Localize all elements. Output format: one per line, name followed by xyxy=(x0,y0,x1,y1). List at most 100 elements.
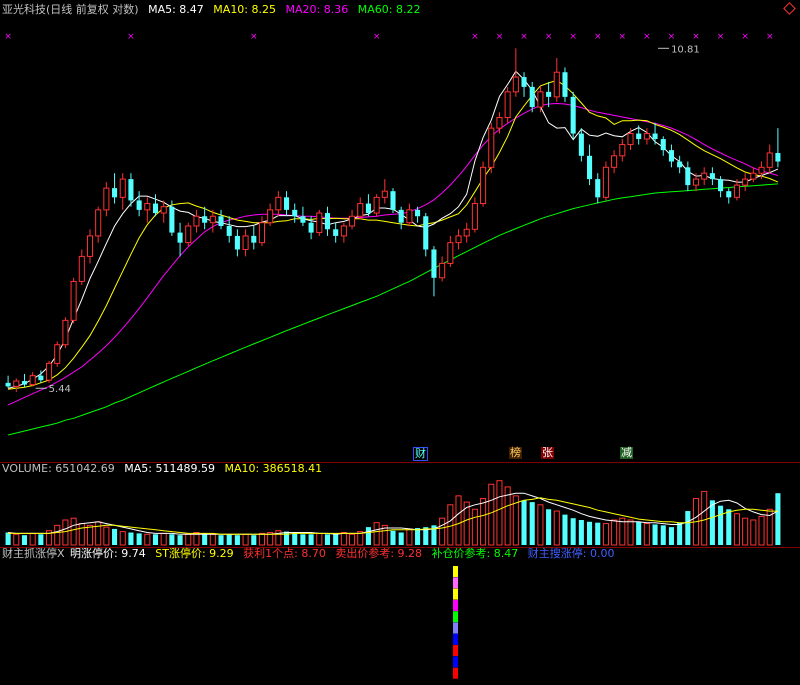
candle-body xyxy=(46,362,53,381)
signal-mark: × xyxy=(496,32,504,42)
candle-body xyxy=(258,222,266,244)
volume-bar xyxy=(471,508,478,546)
ma60-label: MA60: 8.22 xyxy=(357,3,421,16)
volume-bar xyxy=(439,517,446,546)
volume-label: VOLUME: 651042.69 xyxy=(2,462,115,475)
candle-body xyxy=(709,173,715,180)
candle-body xyxy=(54,344,61,364)
indicator-block xyxy=(453,611,458,623)
candle-body xyxy=(234,235,240,250)
signal-mark: × xyxy=(766,32,774,42)
volume-bar xyxy=(546,509,552,545)
candle-body xyxy=(21,381,28,385)
volume-bar xyxy=(324,534,331,545)
volume-bar xyxy=(677,522,683,545)
candle-body xyxy=(177,232,183,243)
candle-body xyxy=(701,172,708,180)
candle-body xyxy=(275,196,282,211)
candle-body xyxy=(390,191,396,210)
candle-body xyxy=(78,255,85,282)
candle-body xyxy=(292,209,298,217)
volume-bar xyxy=(38,534,44,545)
signal-mark: × xyxy=(668,32,676,42)
volume-bar xyxy=(733,513,740,546)
volume-bar xyxy=(333,534,339,545)
volume-bar xyxy=(390,530,396,545)
candle-body xyxy=(692,178,700,186)
candle-body xyxy=(415,209,421,217)
volume-bar xyxy=(595,522,601,545)
indicator-block xyxy=(453,656,458,668)
volume-bar xyxy=(537,504,544,546)
candle-body xyxy=(758,166,765,174)
volume-bar xyxy=(521,500,527,545)
candle-body xyxy=(537,91,544,108)
volume-bar xyxy=(611,519,618,546)
indicator-block xyxy=(453,588,458,600)
indicator-name: 财主抓涨停X xyxy=(2,547,65,560)
signal-badge-cai: 财 xyxy=(413,447,428,461)
volume-bar xyxy=(340,531,347,546)
candle-body xyxy=(242,235,249,250)
candle-body xyxy=(283,197,290,210)
volume-bar xyxy=(758,515,765,546)
volume-bar xyxy=(226,534,232,545)
candle-body xyxy=(218,216,224,226)
candle-body xyxy=(562,72,568,97)
volume-bar xyxy=(660,525,666,545)
price-annotation: 10.81 xyxy=(671,44,700,55)
candle-body xyxy=(128,179,134,201)
indicator-block xyxy=(453,645,458,657)
candle-body xyxy=(587,155,593,180)
candle-body xyxy=(95,209,102,237)
volume-bar xyxy=(78,523,85,546)
volume-bar xyxy=(718,505,724,545)
candle-body xyxy=(5,382,11,387)
candle-body xyxy=(251,235,257,243)
price-annotation: 5.44 xyxy=(49,384,71,395)
volume-bar xyxy=(70,517,77,546)
indicator-p3: 获利1个点: 8.70 xyxy=(243,547,326,560)
candle-body xyxy=(267,209,274,224)
candle-body xyxy=(668,150,674,162)
volume-bar xyxy=(86,524,94,546)
volume-bar xyxy=(300,534,306,545)
candle-body xyxy=(775,152,781,162)
signal-mark: × xyxy=(569,32,577,42)
candle-body xyxy=(316,212,323,234)
volume-bar xyxy=(373,522,380,546)
volume-bar xyxy=(119,531,126,546)
volume-bar xyxy=(406,528,413,546)
volume-bar xyxy=(578,519,584,545)
candle-body xyxy=(652,133,658,140)
volume-bar xyxy=(13,533,20,546)
candle-body xyxy=(750,172,757,180)
volume-bar xyxy=(136,533,142,545)
signal-mark: × xyxy=(373,32,381,42)
candle-body xyxy=(570,96,576,134)
candle-body xyxy=(160,206,167,214)
ma-line-ma60 xyxy=(7,183,778,436)
volume-bar xyxy=(587,521,593,545)
candle-body xyxy=(463,228,470,237)
candle-body xyxy=(578,133,584,156)
volume-bar xyxy=(169,534,175,545)
volume-bar xyxy=(292,533,298,545)
signal-mark: × xyxy=(741,32,749,42)
signal-mark: × xyxy=(594,32,602,42)
indicator-block xyxy=(453,566,458,577)
candle-body xyxy=(62,319,69,346)
candle-body xyxy=(357,203,364,217)
candle-body xyxy=(602,166,609,198)
candle-body xyxy=(488,127,495,168)
candle-body xyxy=(431,249,437,278)
candle-body xyxy=(718,179,724,192)
candle-body xyxy=(136,200,142,210)
candle-body xyxy=(406,209,413,224)
indicator-block xyxy=(453,622,458,634)
volume-bar xyxy=(775,493,781,545)
signal-badge-jian: 减 xyxy=(620,446,633,459)
volume-bar xyxy=(209,533,216,546)
volume-bar xyxy=(570,518,576,545)
volume-bar xyxy=(529,502,535,545)
